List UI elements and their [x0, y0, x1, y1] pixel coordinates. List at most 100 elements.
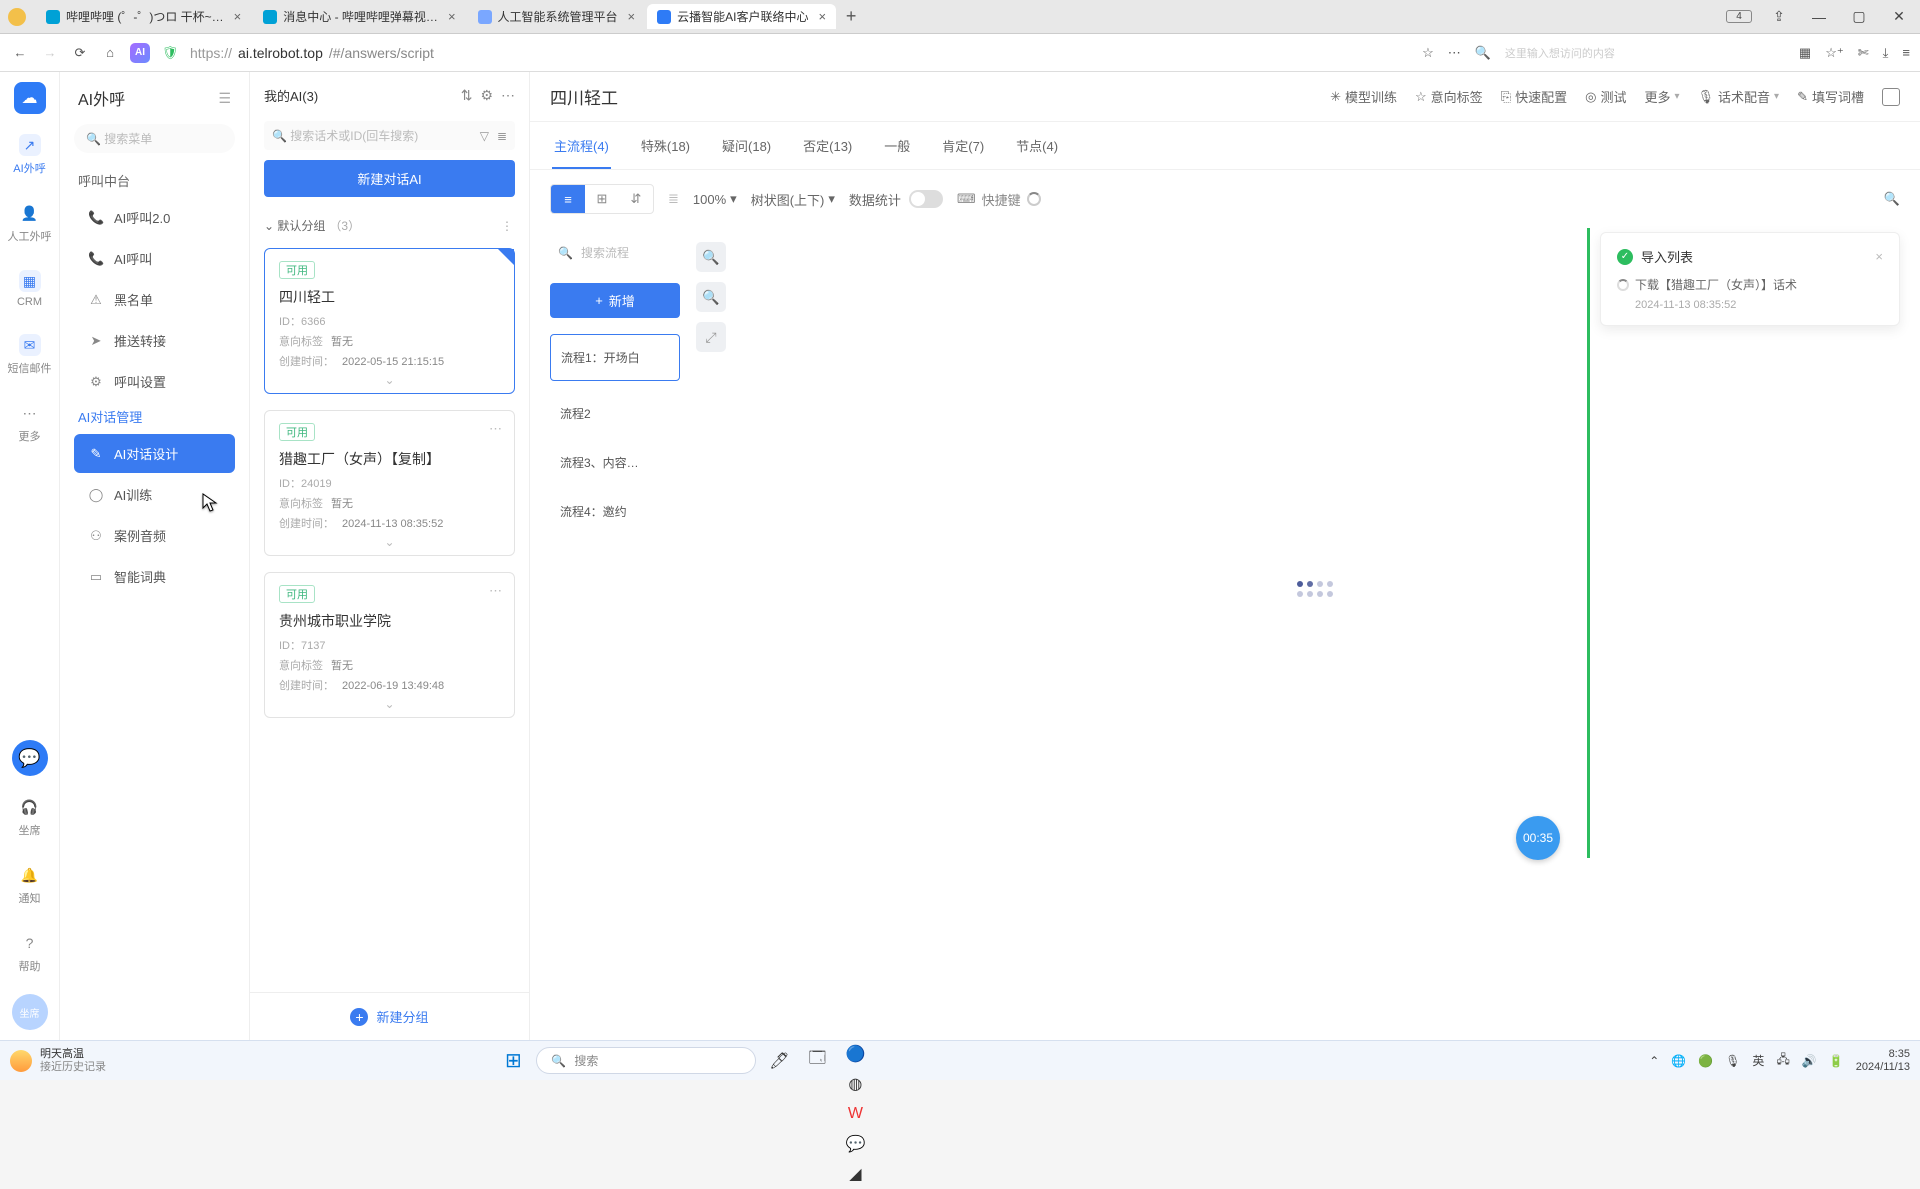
close-icon[interactable]: ×: [818, 9, 826, 24]
close-icon[interactable]: ×: [234, 9, 242, 24]
kebab-icon[interactable]: ⋯: [1448, 45, 1461, 61]
rail-item-notifications[interactable]: 🔔通知: [0, 858, 59, 912]
sidebar-search-input[interactable]: 🔍 搜索菜单: [74, 124, 235, 153]
app-logo-icon[interactable]: ☁: [14, 82, 46, 114]
download-icon[interactable]: ⤓: [1883, 45, 1889, 61]
sidebar-item-blacklist[interactable]: ⚠黑名单: [74, 280, 235, 319]
rail-item-manual-outbound[interactable]: 👤人工外呼: [0, 196, 59, 250]
sidebar-item-ai-call[interactable]: 📞AI呼叫: [74, 239, 235, 278]
flow-node[interactable]: 流程4：邀约: [550, 495, 680, 528]
action-quick-config[interactable]: ⎘快速配置: [1501, 87, 1567, 106]
browser-tab-active[interactable]: 云播智能AI客户联络中心×: [647, 4, 836, 29]
tab-main-flow[interactable]: 主流程(4): [552, 122, 611, 169]
taskbar-app-icon[interactable]: 🔵: [840, 1039, 870, 1069]
locate-icon[interactable]: 🔍: [1884, 191, 1900, 207]
tray-icon[interactable]: 🟢: [1698, 1054, 1713, 1068]
tab-question[interactable]: 疑问(18): [720, 122, 773, 169]
rail-item-sms-mail[interactable]: ✉短信邮件: [0, 328, 59, 382]
flow-search-input[interactable]: 🔍搜索流程: [550, 238, 680, 267]
new-ai-button[interactable]: 新建对话AI: [264, 160, 515, 197]
rail-item-more[interactable]: ⋯更多: [0, 396, 59, 450]
expand-icon[interactable]: ⌄: [279, 373, 500, 387]
expand-icon[interactable]: ⌄: [279, 535, 500, 549]
flow-node[interactable]: 流程3、内容…: [550, 446, 680, 479]
minimize-icon[interactable]: —: [1806, 9, 1832, 25]
maximize-icon[interactable]: ▢: [1846, 8, 1872, 25]
home-icon[interactable]: ⌂: [100, 43, 120, 63]
rail-item-agent[interactable]: 🎧坐席: [0, 790, 59, 844]
close-icon[interactable]: ×: [628, 9, 636, 24]
shortcut-button[interactable]: ⌨快捷键: [957, 190, 1041, 209]
browser-tab[interactable]: 哔哩哔哩 (゜-゜)つロ 干杯~…×: [36, 4, 251, 29]
back-icon[interactable]: ←: [10, 43, 30, 63]
browser-tab[interactable]: 人工智能系统管理平台×: [468, 4, 646, 29]
apps-icon[interactable]: ▦: [1799, 45, 1811, 61]
card-more-icon[interactable]: ⋯: [489, 583, 504, 599]
tab-general[interactable]: 一般: [882, 122, 912, 169]
ai-badge-icon[interactable]: AI: [130, 43, 150, 63]
sidebar-item-ai-call-2[interactable]: 📞AI呼叫2.0: [74, 198, 235, 237]
fullscreen-icon[interactable]: [1882, 88, 1900, 106]
action-intent-tags[interactable]: ☆意向标签: [1415, 87, 1483, 106]
shield-icon[interactable]: 🛡: [160, 43, 180, 63]
flow-node[interactable]: 流程1：开场白: [550, 334, 680, 381]
tray-network-icon[interactable]: 🖧: [1776, 1050, 1789, 1071]
taskbar-app-icon[interactable]: ◢: [840, 1159, 870, 1189]
sidebar-item-case-audio[interactable]: ⚇案例音频: [74, 516, 235, 555]
ai-group-header[interactable]: ⌄ 默认分组（3）⋮: [250, 211, 529, 240]
ai-card[interactable]: ⋯ 可用 贵州城市职业学院 ID：7137 意向标签暂无 创建时间：2022-0…: [264, 572, 515, 718]
ai-search-input[interactable]: 🔍 搜索话术或ID(回车搜索)▽≣: [264, 121, 515, 150]
tray-mic-icon[interactable]: 🎙: [1725, 1054, 1740, 1068]
rail-item-ai-outbound[interactable]: ↗AI外呼: [0, 128, 59, 182]
taskbar-app-icon[interactable]: 🗔: [802, 1046, 832, 1076]
action-fill-slot[interactable]: ✎填写词槽: [1797, 87, 1864, 106]
layout-icon[interactable]: ≣: [497, 129, 507, 143]
tray-icon[interactable]: 🌐: [1671, 1054, 1686, 1068]
tree-layout-select[interactable]: 树状图(上下)▾: [751, 190, 835, 209]
collapse-icon[interactable]: ☰: [218, 90, 231, 107]
new-tab-button[interactable]: +: [838, 4, 864, 30]
filter-icon[interactable]: ▽: [480, 129, 489, 143]
pin-extension-icon[interactable]: ☆⁺: [1825, 45, 1844, 61]
avatar[interactable]: 坐席: [12, 994, 48, 1030]
toggle-switch[interactable]: [909, 190, 943, 208]
align-icon[interactable]: ≣: [668, 191, 679, 207]
action-more-menu[interactable]: 更多▾: [1644, 87, 1679, 106]
close-icon[interactable]: ×: [448, 9, 456, 24]
forward-icon[interactable]: →: [40, 43, 60, 63]
browser-tab[interactable]: 消息中心 - 哔哩哔哩弹幕视…×: [253, 4, 465, 29]
view-grid-icon[interactable]: ⊞: [585, 185, 619, 213]
window-badge[interactable]: 4: [1726, 10, 1752, 23]
view-list-icon[interactable]: ≡: [551, 185, 585, 213]
taskbar-app-icon[interactable]: W: [840, 1099, 870, 1129]
expand-icon[interactable]: ⌄: [279, 697, 500, 711]
zoom-out-icon[interactable]: 🔍: [696, 282, 726, 312]
extension-icon[interactable]: ⇪: [1766, 8, 1792, 25]
card-more-icon[interactable]: ⋯: [489, 421, 504, 437]
tray-battery-icon[interactable]: 🔋: [1829, 1054, 1844, 1068]
sidebar-item-ai-training[interactable]: ◯AI训练: [74, 475, 235, 514]
tab-positive[interactable]: 肯定(7): [940, 122, 986, 169]
action-test[interactable]: ◎测试: [1585, 87, 1626, 106]
sidebar-item-push-transfer[interactable]: ➤推送转接: [74, 321, 235, 360]
reload-icon[interactable]: ⟳: [70, 43, 90, 63]
tray-chevron-icon[interactable]: ⌃: [1649, 1054, 1659, 1068]
reset-zoom-icon[interactable]: ⤢: [696, 322, 726, 352]
tab-nodes[interactable]: 节点(4): [1014, 122, 1060, 169]
star-icon[interactable]: ☆: [1422, 45, 1434, 61]
ime-indicator[interactable]: 英: [1752, 1052, 1764, 1069]
taskbar-clock[interactable]: 8:352024/11/13: [1856, 1048, 1910, 1072]
action-model-train[interactable]: ✳模型训练: [1330, 87, 1397, 106]
sort-icon[interactable]: ⇅: [461, 87, 473, 104]
data-stats-toggle[interactable]: 数据统计: [849, 190, 943, 209]
rail-item-crm[interactable]: ▦CRM: [0, 264, 59, 314]
taskbar-search-input[interactable]: 🔍搜索: [536, 1047, 756, 1074]
sidebar-item-call-settings[interactable]: ⚙呼叫设置: [74, 362, 235, 401]
tray-volume-icon[interactable]: 🔊: [1802, 1054, 1817, 1068]
zoom-select[interactable]: 100%▾: [693, 191, 737, 207]
ai-card[interactable]: ⋯ 可用 猎趣工厂（女声）【复制】 ID：24019 意向标签暂无 创建时间：2…: [264, 410, 515, 556]
taskbar-app-icon[interactable]: ◍: [840, 1069, 870, 1099]
group-more-icon[interactable]: ⋮: [501, 219, 515, 233]
tab-negative[interactable]: 否定(13): [801, 122, 854, 169]
action-voice-dub[interactable]: 🎙话术配音▾: [1698, 87, 1780, 106]
